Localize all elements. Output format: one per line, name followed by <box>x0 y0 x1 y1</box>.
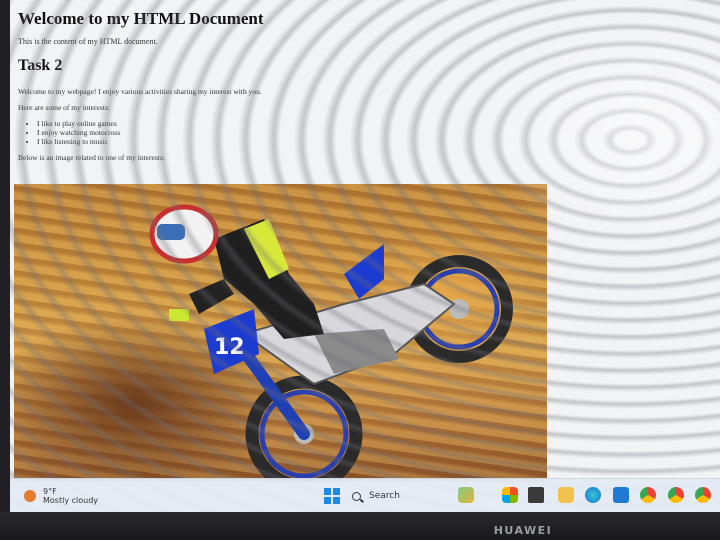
brand-logo: HUAWEI <box>493 524 553 537</box>
html-document: Welcome to my HTML Document This is the … <box>18 8 708 163</box>
plate-number: 12 <box>214 335 245 360</box>
laptop-bezel-bottom <box>0 512 720 540</box>
task-heading: Task 2 <box>18 57 63 74</box>
weather-widget[interactable]: 9°F Mostly cloudy <box>43 487 98 505</box>
list-item: I enjoy watching motocross <box>37 128 708 137</box>
store-icon[interactable] <box>502 487 518 503</box>
chrome-icon[interactable] <box>640 487 656 503</box>
weather-icon[interactable] <box>24 490 36 502</box>
motocross-image: 12 <box>14 184 547 482</box>
search-label: Search <box>369 491 400 501</box>
chrome-profile-icon[interactable] <box>695 487 711 503</box>
weather-temp: 9°F <box>43 487 57 496</box>
search-icon <box>352 491 361 501</box>
list-item: I like to play online games <box>37 119 708 128</box>
windows-logo-icon <box>324 488 331 495</box>
helmet <box>149 204 219 264</box>
interests-intro: Here are some of my interests: <box>18 103 110 112</box>
rider-glove <box>169 309 189 321</box>
start-button[interactable] <box>324 488 340 504</box>
terminal-icon[interactable] <box>528 487 544 503</box>
vscode-icon[interactable] <box>613 487 629 503</box>
list-item: I like listening to music <box>37 137 708 146</box>
welcome-paragraph: Welcome to my webpage! I enjoy various a… <box>18 87 262 96</box>
page-title: Welcome to my HTML Document <box>18 9 264 28</box>
taskbar: 9°F Mostly cloudy Search <box>10 478 720 512</box>
interests-list: I like to play online games I enjoy watc… <box>18 119 708 146</box>
rear-fender <box>344 244 384 299</box>
edge-browser-icon[interactable] <box>585 487 601 503</box>
weather-description: Mostly cloudy <box>43 496 98 505</box>
rider-arm <box>189 279 234 314</box>
laptop-screen: Welcome to my HTML Document This is the … <box>10 0 720 512</box>
search-box[interactable]: Search <box>352 487 400 505</box>
image-intro: Below is an image related to one of my i… <box>18 153 165 162</box>
motocross-illustration: 12 <box>149 204 513 482</box>
file-explorer-icon[interactable] <box>558 487 574 503</box>
intro-paragraph: This is the content of my HTML document. <box>18 37 158 46</box>
chrome-profile-icon[interactable] <box>668 487 684 503</box>
laptop-bezel-left <box>0 0 10 512</box>
widgets-icon[interactable] <box>458 487 474 503</box>
